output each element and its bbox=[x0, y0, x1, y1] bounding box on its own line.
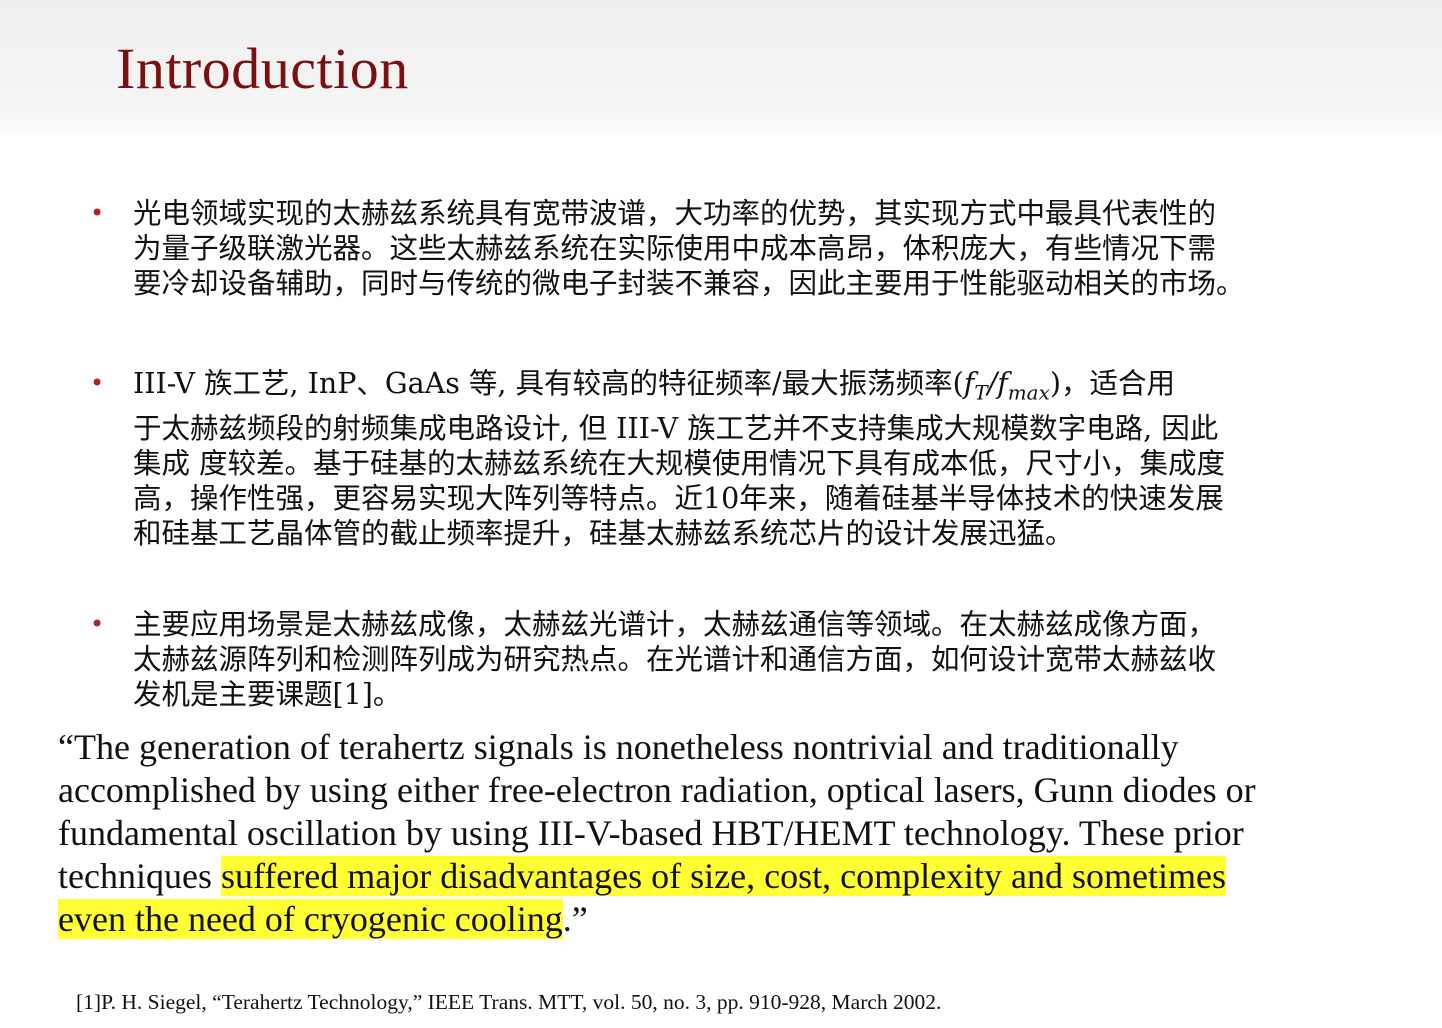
bullet-text: III-V 族工艺, InP、GaAs 等, 具有较高的特征频率/最大振荡频率(… bbox=[133, 366, 1383, 551]
bullet-text: 光电领域实现的太赫兹系统具有宽带波谱，大功率的优势，其实现方式中最具代表性的 为… bbox=[133, 197, 1245, 300]
bullet-text: 主要应用场景是太赫兹成像，太赫兹光谱计，太赫兹通信等领域。在太赫兹成像方面， 太… bbox=[133, 608, 1217, 711]
quote-text-end: .” bbox=[562, 899, 588, 939]
bullet-text-part: III-V 族工艺, InP、GaAs 等, 具有较高的特征频率/最大振荡频率( bbox=[133, 367, 964, 400]
frequency-formula: fT/fmax bbox=[963, 367, 1050, 405]
reference-citation: [1]P. H. Siegel, “Terahertz Technology,”… bbox=[76, 990, 942, 1014]
quote-highlight: suffered major disadvantages of size, co… bbox=[58, 856, 1227, 939]
slide-title: Introduction bbox=[116, 36, 409, 101]
quote-block: “The generation of terahertz signals is … bbox=[58, 726, 1438, 941]
bullet-marker: • bbox=[90, 369, 105, 397]
bullet-marker: • bbox=[90, 610, 105, 638]
bullet-marker: • bbox=[90, 199, 105, 227]
